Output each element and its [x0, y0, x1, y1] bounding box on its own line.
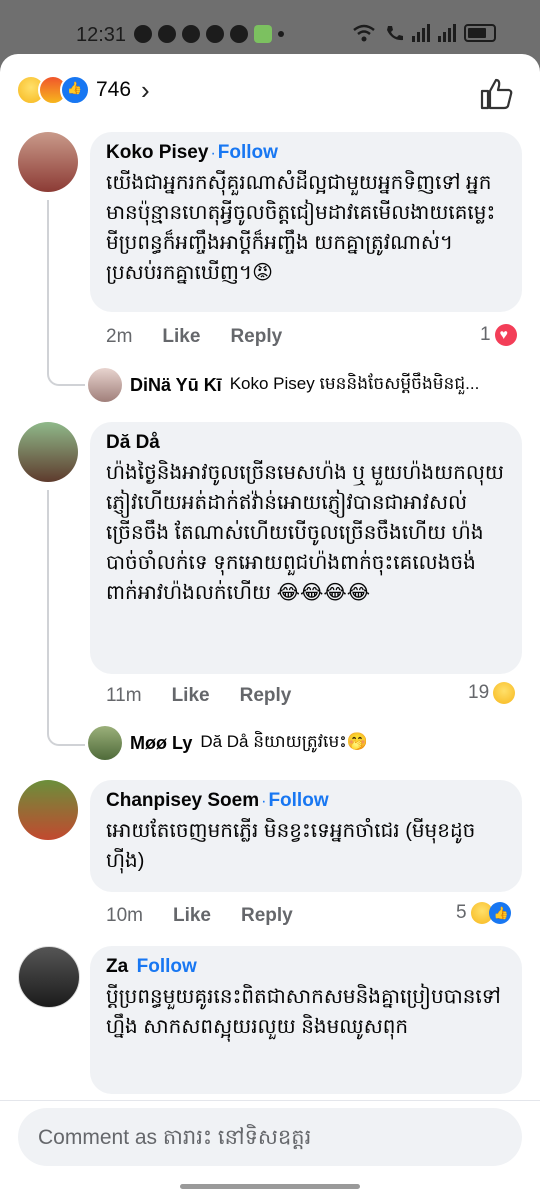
- avatar[interactable]: [88, 368, 122, 402]
- reply-button[interactable]: Reply: [241, 905, 293, 927]
- navigation-icon: [206, 25, 224, 43]
- more-notifications-icon: [278, 31, 284, 37]
- reply-thread-line: [47, 200, 85, 386]
- reply-button[interactable]: Reply: [230, 326, 282, 348]
- vpn-icon: [230, 25, 248, 43]
- avatar[interactable]: [18, 780, 78, 840]
- like-react-icon: [488, 902, 511, 924]
- chevron-right-icon: ›: [141, 74, 150, 105]
- comments-sheet: 746 › Koko Pisey·Follow យើងជាអ្នករកស៊ីគួ…: [0, 54, 540, 1200]
- reply-item[interactable]: DiNä Yū Kī Koko Pisey មេននិងចែសម្ដីចឹងមិ…: [88, 368, 479, 402]
- comment-author[interactable]: Chanpisey Soem: [106, 790, 259, 811]
- status-bar: 12:31: [0, 0, 540, 54]
- comment-time: 10m: [106, 905, 143, 926]
- like-react-icon: [60, 75, 90, 105]
- comment-bubble[interactable]: Chanpisey Soem · Follow អោយតែចេញមកភ្លើរ មិ…: [90, 780, 522, 892]
- avatar[interactable]: [18, 132, 78, 192]
- like-button[interactable]: Like: [173, 905, 211, 927]
- like-button[interactable]: Like: [162, 326, 200, 348]
- signal-icon-2: [438, 24, 456, 42]
- comment-input-placeholder: Comment as តារារះ នៅទិសឧត្តរ: [38, 1126, 312, 1149]
- reply-button[interactable]: Reply: [240, 685, 292, 707]
- comment-bubble[interactable]: Dă Då ហ៉ងថ្ងៃនិងអាវចូលច្រើនមេសហ៉ង ឬ មួយហ…: [90, 422, 522, 674]
- reply-text: Dă Då និយាយត្រូវមេះ🤭: [200, 731, 368, 751]
- composer-divider: [0, 1100, 540, 1101]
- avatar[interactable]: [18, 946, 80, 1008]
- battery-icon: [464, 24, 496, 42]
- avatar[interactable]: [88, 726, 122, 760]
- like-post-button[interactable]: [478, 76, 514, 112]
- app-icon: [254, 25, 272, 43]
- comment-bubble[interactable]: Koko Pisey · Follow យើងជាអ្នករកស៊ីគួរណាសំដ…: [90, 132, 522, 312]
- reactions-summary[interactable]: 746 ›: [16, 72, 150, 108]
- comment-time: 2m: [106, 326, 133, 347]
- reply-text: Koko Pisey មេននិងចែសម្ដីចឹងមិនជួ...: [229, 373, 480, 393]
- comment-author[interactable]: Dă Då: [106, 432, 160, 453]
- comment-input[interactable]: Comment as តារារះ នៅទិសឧត្តរ: [18, 1108, 522, 1166]
- comment-text: ហ៉ងថ្ងៃនិងអាវចូលច្រើនមេសហ៉ង ឬ មួយហ៉ងយកលុ…: [106, 462, 504, 604]
- comment-author[interactable]: Koko Pisey: [106, 142, 208, 163]
- comment-time: 11m: [106, 685, 142, 706]
- comment-bubble[interactable]: Za Follow ប្ដីប្រពន្ធមួយគូរនេះពិតជាសាកសម…: [90, 946, 522, 1094]
- react-count: 19: [468, 682, 490, 703]
- react-count: 1: [480, 324, 491, 345]
- status-time: 12:31: [76, 24, 127, 46]
- reaction-count: 746: [96, 78, 132, 101]
- reply-author[interactable]: Møø Ly: [130, 733, 192, 754]
- messenger-icon: [134, 25, 152, 43]
- like-button[interactable]: Like: [172, 685, 210, 707]
- comment-actions: 11m Like Reply: [106, 685, 291, 707]
- comment-text: យើងជាអ្នករកស៊ីគួរណាសំដីល្អជាមួយអ្នកទិញទៅ…: [106, 172, 496, 284]
- telegram-icon: [182, 25, 200, 43]
- home-indicator[interactable]: [180, 1184, 360, 1189]
- comment-reactions[interactable]: 1: [480, 324, 517, 346]
- wifi-icon: [353, 24, 375, 42]
- comment-reactions[interactable]: 5: [456, 902, 511, 924]
- avatar[interactable]: [18, 422, 78, 482]
- signal-icon: [412, 24, 430, 42]
- comment-actions: 2m Like Reply: [106, 326, 282, 348]
- comment-reactions[interactable]: 19: [468, 682, 516, 704]
- comment-text: ប្ដីប្រពន្ធមួយគូរនេះពិតជាសាកសមនិងគ្នាប្រ…: [106, 986, 501, 1038]
- comment-actions: 10m Like Reply: [106, 905, 293, 927]
- chat-icon: [158, 25, 176, 43]
- comment-author[interactable]: Za: [106, 956, 128, 977]
- follow-button[interactable]: Follow: [218, 142, 278, 163]
- follow-button[interactable]: Follow: [268, 790, 328, 811]
- reply-thread-line: [47, 490, 85, 746]
- reply-author[interactable]: DiNä Yū Kī: [130, 375, 222, 396]
- love-react-icon: [494, 324, 517, 346]
- reply-item[interactable]: Møø Ly Dă Då និយាយត្រូវមេះ🤭: [88, 726, 368, 760]
- call-icon: [387, 26, 403, 41]
- react-count: 5: [456, 902, 467, 923]
- follow-button[interactable]: Follow: [137, 956, 197, 977]
- haha-react-icon: [493, 682, 516, 704]
- comment-text: អោយតែចេញមកភ្លើរ មិនខ្វះទេអ្នកចាំជេរ (មីម…: [106, 820, 476, 872]
